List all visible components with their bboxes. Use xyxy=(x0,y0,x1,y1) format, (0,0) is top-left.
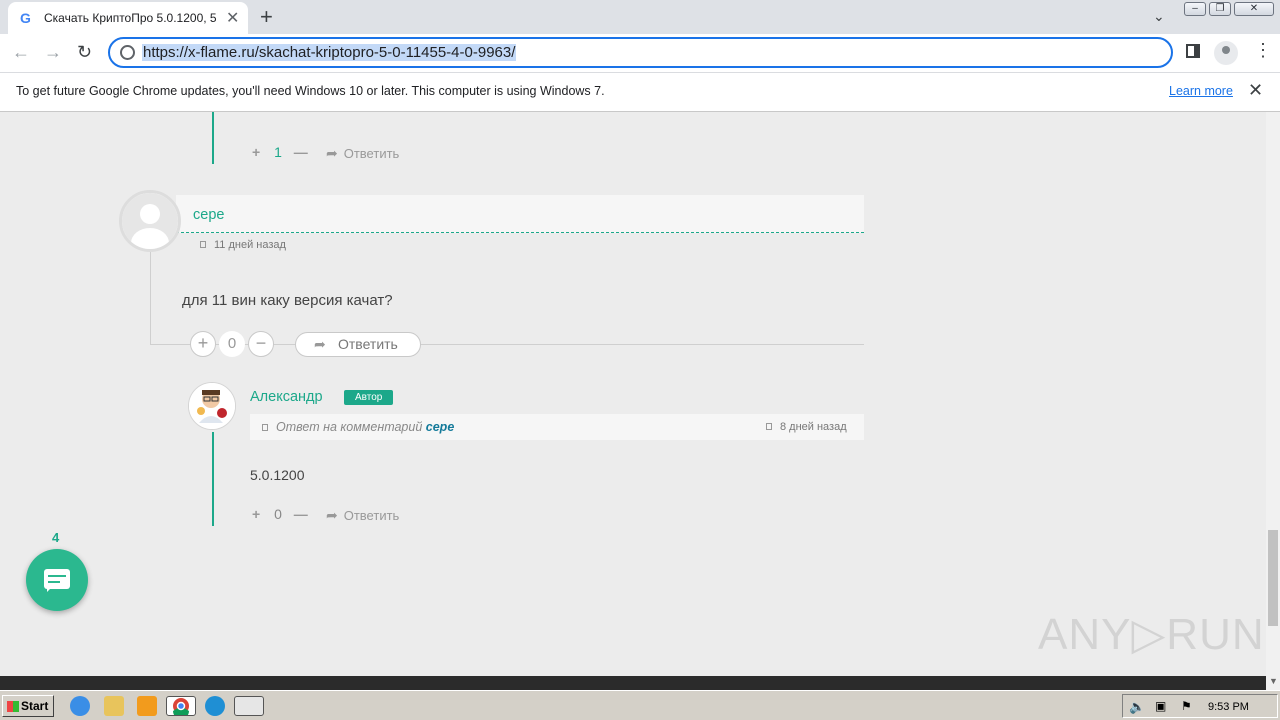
app-taskbar-icon[interactable] xyxy=(234,696,264,716)
learn-more-link[interactable]: Learn more xyxy=(1169,84,1233,98)
comment-border-left xyxy=(150,250,151,344)
page-scrollbar[interactable]: ▼ xyxy=(1266,112,1280,690)
clock-icon xyxy=(200,241,206,248)
reply-to-bar: Ответ на комментарий сере 8 дней назад xyxy=(250,414,864,440)
scroll-thumb[interactable] xyxy=(1268,530,1278,626)
tab-search-chevron-icon[interactable]: ⌄ xyxy=(1153,8,1165,25)
minimize-window-icon[interactable]: – xyxy=(1184,2,1206,16)
clock-icon xyxy=(766,423,772,430)
google-favicon-icon: G xyxy=(20,10,31,26)
default-avatar xyxy=(119,190,181,252)
scroll-down-arrow-icon[interactable]: ▼ xyxy=(1269,676,1278,686)
restore-window-icon[interactable]: ❐ xyxy=(1209,2,1231,16)
downvote-icon[interactable]: — xyxy=(294,506,308,522)
reply-label: Ответить xyxy=(338,336,398,352)
vote-count: 0 xyxy=(219,331,245,357)
author-avatar xyxy=(188,382,236,430)
chrome-taskbar-icon[interactable] xyxy=(166,696,196,719)
comment-time: 11 дней назад xyxy=(200,239,286,251)
thread-line xyxy=(212,112,214,164)
edge-icon[interactable] xyxy=(205,696,225,716)
reply-text: 5.0.1200 xyxy=(250,467,305,483)
author-badge: Автор xyxy=(344,390,394,405)
downvote-icon[interactable]: — xyxy=(294,144,308,160)
tab-strip: G Скачать КриптоПро 5.0.1200, 5.0 ✕ + ⌄ … xyxy=(0,0,1280,34)
comment-text: для 11 вин каку версия качат? xyxy=(182,292,393,309)
comment-author[interactable]: сере xyxy=(193,207,224,223)
vote-count: 1 xyxy=(274,144,282,160)
prev-vote-bar: + 1 — xyxy=(252,144,308,160)
site-info-icon[interactable] xyxy=(120,45,135,60)
close-window-icon[interactable]: ✕ xyxy=(1234,2,1274,16)
new-tab-icon[interactable]: + xyxy=(260,4,273,30)
forward-icon[interactable]: → xyxy=(44,42,62,63)
page-content: + 1 — ➦ Ответить сере 11 дней назад для 1… xyxy=(0,112,1266,676)
upvote-icon[interactable]: + xyxy=(252,144,260,160)
update-infobar: To get future Google Chrome updates, you… xyxy=(0,72,1280,112)
browser-toolbar: ← → ↻ https://x-flame.ru/skachat-kriptop… xyxy=(0,34,1280,72)
back-icon[interactable]: ← xyxy=(12,42,30,63)
reply-arrow-icon: ➦ xyxy=(326,507,338,523)
downvote-button[interactable]: − xyxy=(248,331,274,357)
url-text[interactable]: https://x-flame.ru/skachat-kriptopro-5-0… xyxy=(142,44,517,61)
browser-tab[interactable]: G Скачать КриптоПро 5.0.1200, 5.0 ✕ xyxy=(8,2,248,34)
anyrun-watermark: ANY▷RUN xyxy=(1038,610,1265,659)
reply-button[interactable]: ➦ Ответить xyxy=(326,507,399,524)
reply-to-text: Ответ на комментарий сере xyxy=(262,420,454,434)
comments-chat-button[interactable] xyxy=(26,549,88,611)
reply-label: Ответить xyxy=(343,508,400,523)
media-player-icon[interactable] xyxy=(137,696,157,716)
explorer-folder-icon[interactable] xyxy=(104,696,124,716)
thread-line xyxy=(212,432,214,526)
upvote-icon[interactable]: + xyxy=(252,506,260,522)
reply-arrow-icon: ➦ xyxy=(314,336,326,352)
ie-icon[interactable] xyxy=(70,696,90,716)
reply-to-name[interactable]: сере xyxy=(426,420,455,434)
volume-icon[interactable]: 🔈 xyxy=(1129,699,1145,715)
page-footer-band xyxy=(0,676,1266,690)
tab-close-icon[interactable]: ✕ xyxy=(226,8,239,28)
comment-header: сере xyxy=(176,195,864,233)
reply-icon xyxy=(262,424,268,431)
profile-avatar-icon[interactable] xyxy=(1214,41,1238,65)
prev-reply-button[interactable]: ➦ Ответить xyxy=(326,145,399,162)
reply-time: 8 дней назад xyxy=(766,421,847,433)
reply-button[interactable]: ➦ Ответить xyxy=(295,332,421,357)
start-button[interactable]: Start xyxy=(2,695,54,717)
windows-taskbar: Start 🔈 ▣ ⚑ 9:53 PM xyxy=(0,690,1280,720)
infobar-message: To get future Google Chrome updates, you… xyxy=(16,84,605,98)
chat-bubble-icon xyxy=(44,569,70,592)
windows-logo-icon xyxy=(7,701,19,712)
action-center-flag-icon[interactable]: ⚑ xyxy=(1181,699,1192,713)
infobar-close-icon[interactable]: ✕ xyxy=(1248,80,1263,101)
reply-arrow-icon: ➦ xyxy=(326,145,338,161)
reply-vote-bar: + 0 — xyxy=(252,506,308,522)
side-panel-icon[interactable] xyxy=(1186,44,1200,58)
upvote-button[interactable]: + xyxy=(190,331,216,357)
reply-author[interactable]: Александр xyxy=(250,389,323,405)
reply-label: Ответить xyxy=(343,146,400,161)
vote-count: 0 xyxy=(274,506,282,522)
reload-icon[interactable]: ↻ xyxy=(77,42,92,63)
taskbar-clock[interactable]: 9:53 PM xyxy=(1208,701,1249,713)
address-bar[interactable]: https://x-flame.ru/skachat-kriptopro-5-0… xyxy=(108,37,1173,68)
network-icon[interactable]: ▣ xyxy=(1155,699,1166,713)
comment-count: 4 xyxy=(52,530,60,545)
system-tray: 🔈 ▣ ⚑ xyxy=(1122,694,1278,718)
chrome-menu-icon[interactable]: ⋮ xyxy=(1254,40,1272,61)
tab-title: Скачать КриптоПро 5.0.1200, 5.0 xyxy=(44,11,216,25)
